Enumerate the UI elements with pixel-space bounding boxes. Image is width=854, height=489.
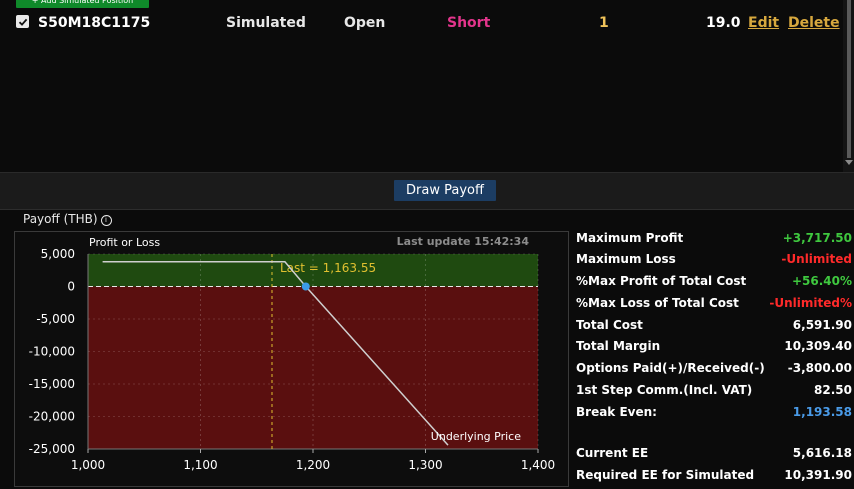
scrollbar-thumb[interactable]	[847, 0, 851, 158]
add-simulated-position-button[interactable]: + Add Simulated Position	[16, 0, 149, 8]
stat-row: Required EE for Simulated 10,391.90	[576, 468, 852, 486]
stat-value: -3,800.00	[787, 361, 852, 375]
x-tick-label: 1,000	[71, 458, 105, 472]
edit-link[interactable]: Edit	[748, 15, 779, 31]
info-icon[interactable]: i	[100, 215, 112, 226]
stat-label: %Max Loss of Total Cost	[576, 296, 739, 310]
scroll-down-arrow-icon[interactable]	[845, 160, 853, 165]
checkmark-icon	[18, 18, 27, 26]
y-tick-label: -20,000	[29, 410, 75, 424]
stat-value: +3,717.50	[782, 231, 852, 245]
stat-label: Required EE for Simulated	[576, 468, 755, 482]
stat-label: Options Paid(+)/Received(-)	[576, 361, 765, 375]
stat-label: %Max Profit of Total Cost	[576, 274, 747, 288]
stat-row: %Max Profit of Total Cost +56.40%	[576, 274, 852, 292]
stat-value: +56.40%	[791, 274, 852, 288]
stat-value: -Unlimited	[781, 252, 852, 266]
x-tick-label: 1,200	[296, 458, 330, 472]
y-tick-label: -25,000	[29, 442, 75, 456]
y-axis-title: Profit or Loss	[89, 236, 160, 249]
stat-value: 6,591.90	[792, 318, 852, 332]
y-tick-label: 5,000	[41, 247, 75, 261]
position-price: 19.0	[706, 15, 741, 31]
stat-row: Maximum Loss -Unlimited	[576, 252, 852, 270]
payoff-title-text: Payoff (THB)	[23, 212, 98, 226]
x-tick-label: 1,300	[408, 458, 442, 472]
stat-label: Maximum Loss	[576, 252, 676, 266]
positions-panel: + Add Simulated Position S50M18C1175 Sim…	[0, 0, 854, 173]
position-side: Short	[447, 15, 491, 31]
payoff-chart-svg: 1,000 1,100 1,200 1,300 1,400 5,000 0 -5,000 -10…	[29, 235, 556, 472]
y-tick-label: 0	[67, 280, 75, 294]
x-tick-label: 1,400	[521, 458, 555, 472]
position-quantity: 1	[599, 15, 609, 31]
stat-row: 1st Step Comm.(Incl. VAT) 82.50	[576, 383, 852, 401]
payoff-title: Payoff (THB) i	[23, 212, 112, 226]
stat-row: Options Paid(+)/Received(-) -3,800.00	[576, 361, 852, 379]
stat-label: 1st Step Comm.(Incl. VAT)	[576, 383, 753, 397]
stat-label: Break Even:	[576, 405, 657, 419]
stat-value: 10,391.90	[784, 468, 852, 482]
position-status: Open	[344, 15, 386, 31]
stat-label: Current EE	[576, 446, 649, 460]
delete-link[interactable]: Delete	[788, 15, 840, 31]
draw-payoff-button[interactable]: Draw Payoff	[394, 180, 496, 201]
stat-label: Maximum Profit	[576, 231, 684, 245]
stat-value: 5,616.18	[792, 446, 852, 460]
stat-row: Maximum Profit +3,717.50	[576, 231, 852, 249]
position-checkbox[interactable]	[16, 15, 29, 28]
position-row[interactable]: S50M18C1175 Simulated Open Short 1 19.0 …	[0, 12, 854, 34]
y-tick-label: -10,000	[29, 345, 75, 359]
y-tick-label: -15,000	[29, 377, 75, 391]
payoff-chart: 1,000 1,100 1,200 1,300 1,400 5,000 0 -5,000 -10…	[14, 231, 569, 487]
position-type: Simulated	[226, 15, 306, 31]
stat-value: 10,309.40	[784, 339, 852, 353]
last-update-label: Last update 15:42:34	[397, 235, 530, 248]
stat-row: %Max Loss of Total Cost -Unlimited%	[576, 296, 852, 314]
stat-label: Total Cost	[576, 318, 643, 332]
x-axis-title: Underlying Price	[431, 430, 521, 443]
stat-row: Current EE 5,616.18	[576, 446, 852, 464]
stat-row: Total Cost 6,591.90	[576, 318, 852, 336]
stat-row: Total Margin 10,309.40	[576, 339, 852, 357]
stat-value: -Unlimited%	[769, 296, 852, 310]
draw-payoff-bar: Draw Payoff	[0, 173, 854, 210]
x-tick-label: 1,100	[183, 458, 217, 472]
break-even-marker	[301, 282, 310, 291]
stat-row: Break Even: 1,193.58	[576, 405, 852, 423]
stat-value: 1,193.58	[792, 405, 852, 419]
stat-value: 82.50	[814, 383, 852, 397]
y-tick-label: -5,000	[36, 312, 75, 326]
stat-label: Total Margin	[576, 339, 661, 353]
series-name: S50M18C1175	[38, 15, 151, 31]
